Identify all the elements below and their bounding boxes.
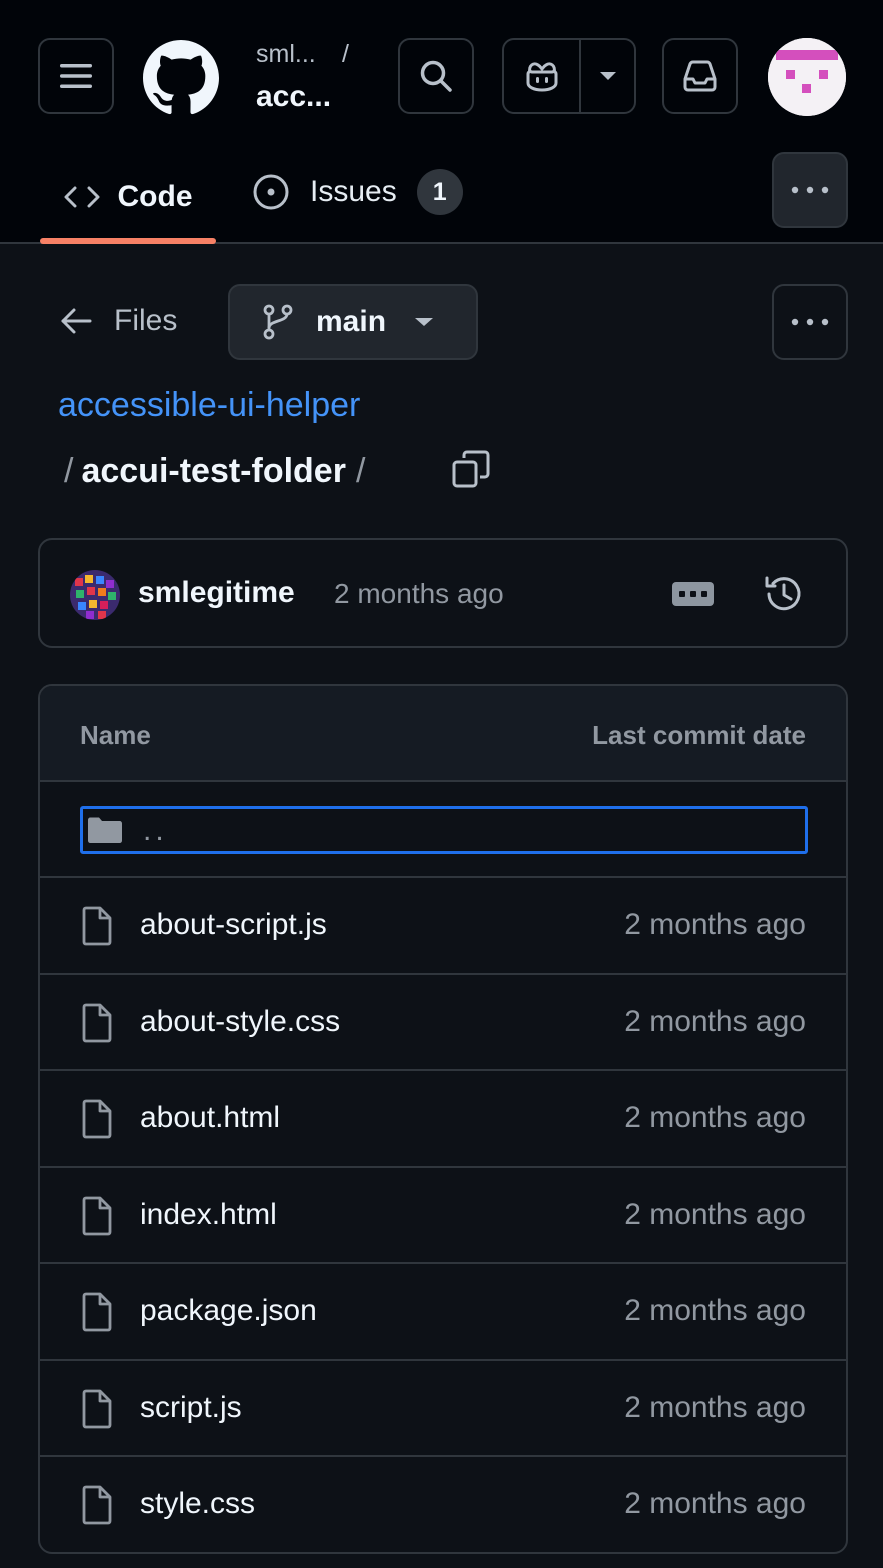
path-trailing-separator: /: [355, 451, 366, 490]
file-name-link[interactable]: about.html: [140, 1101, 280, 1135]
file-actions-more-button[interactable]: [772, 284, 848, 360]
column-header-name: Name: [80, 720, 151, 750]
triangle-down-icon: [415, 318, 434, 326]
file-row[interactable]: script.js 2 months ago: [40, 1361, 846, 1457]
file-row[interactable]: package.json 2 months ago: [40, 1264, 846, 1361]
git-branch-icon: [263, 304, 293, 340]
file-icon-wrapper: [80, 1196, 114, 1236]
file-icon-wrapper: [80, 1485, 114, 1525]
back-to-files-link[interactable]: Files: [60, 296, 177, 346]
latest-commit-box: smlegitime 2 months ago: [38, 538, 848, 648]
copilot-icon: [526, 62, 557, 92]
file-name-link[interactable]: index.html: [140, 1198, 277, 1232]
breadcrumb-owner-link[interactable]: sml...: [256, 40, 316, 69]
copilot-button[interactable]: [504, 40, 581, 112]
user-avatar-button[interactable]: [768, 38, 846, 116]
kebab-horizontal-icon: [791, 186, 829, 194]
file-last-commit-date: 2 months ago: [624, 1101, 806, 1134]
column-header-last-commit-date: Last commit date: [592, 720, 806, 750]
parent-directory-row[interactable]: ..: [40, 782, 846, 878]
file-icon: [82, 1099, 112, 1139]
table-header-row: Name Last commit date: [40, 686, 846, 782]
file-name-link[interactable]: script.js: [140, 1391, 242, 1425]
copilot-button-group: [502, 38, 636, 114]
tab-selected-indicator: [40, 238, 216, 244]
hamburger-icon: [60, 64, 92, 88]
code-icon: [64, 186, 99, 208]
ellipsis-dot: [679, 591, 685, 597]
file-row[interactable]: about-script.js 2 months ago: [40, 878, 846, 975]
kebab-horizontal-icon: [791, 318, 829, 326]
file-last-commit-date: 2 months ago: [624, 1197, 806, 1231]
file-last-commit-date: 2 months ago: [624, 1487, 806, 1520]
inbox-button[interactable]: [662, 38, 738, 114]
file-list-table: Name Last commit date .. about-script.js…: [38, 684, 848, 1554]
file-icon-wrapper: [80, 1003, 114, 1043]
file-row[interactable]: about.html 2 months ago: [40, 1071, 846, 1168]
tab-code-label: Code: [117, 180, 193, 213]
search-button[interactable]: [398, 38, 474, 114]
file-name-link[interactable]: style.css: [140, 1487, 255, 1521]
file-icon: [82, 1389, 112, 1428]
branch-name: main: [316, 305, 387, 338]
identicon-avatar: [768, 38, 846, 116]
commit-relative-time: 2 months ago: [334, 578, 504, 609]
file-icon-wrapper: [80, 906, 114, 946]
file-icon-wrapper: [80, 1389, 114, 1429]
arrow-left-icon: [61, 308, 92, 334]
file-name-link[interactable]: about-style.css: [140, 1005, 340, 1039]
issues-count-badge: 1: [416, 169, 463, 215]
path-separator: /: [64, 451, 74, 490]
app-header: sml... / acc... Code Issues 1: [0, 0, 883, 244]
files-label: Files: [114, 304, 178, 337]
copy-icon: [452, 450, 490, 488]
inbox-icon: [683, 60, 717, 92]
tab-issues-label: Issues: [310, 175, 397, 208]
file-name-link[interactable]: package.json: [140, 1294, 317, 1328]
file-icon: [82, 1292, 112, 1332]
file-row[interactable]: style.css 2 months ago: [40, 1457, 846, 1552]
tab-code[interactable]: Code: [40, 150, 216, 244]
tab-issues[interactable]: Issues 1: [252, 150, 463, 234]
file-icon: [82, 1003, 112, 1042]
file-row[interactable]: index.html 2 months ago: [40, 1168, 846, 1264]
ellipsis-dot: [701, 591, 707, 597]
search-icon: [420, 60, 452, 92]
file-icon: [82, 906, 112, 946]
breadcrumb-path: / accui-test-folder /: [64, 448, 365, 494]
parent-directory-label: ..: [143, 814, 168, 847]
commit-history-button[interactable]: [762, 572, 806, 616]
commit-message-expand-button[interactable]: [672, 582, 714, 606]
branch-selector-button[interactable]: main: [228, 284, 478, 360]
parent-directory-link[interactable]: ..: [80, 806, 808, 854]
menu-button[interactable]: [38, 38, 114, 114]
file-icon-wrapper: [80, 1099, 114, 1139]
copy-path-button[interactable]: [450, 448, 492, 490]
file-name-link[interactable]: about-script.js: [140, 908, 327, 942]
commit-author-avatar[interactable]: [70, 570, 120, 620]
file-row[interactable]: about-style.css 2 months ago: [40, 975, 846, 1071]
file-icon: [82, 1485, 112, 1525]
commit-author-link[interactable]: smlegitime: [138, 576, 295, 610]
github-logo-link[interactable]: [143, 40, 219, 116]
copilot-menu-button[interactable]: [581, 40, 634, 112]
issue-opened-icon: [253, 174, 289, 210]
github-mark-icon: [143, 40, 219, 115]
breadcrumb-separator: /: [342, 40, 349, 68]
history-icon: [765, 576, 801, 611]
file-last-commit-date: 2 months ago: [624, 1390, 806, 1424]
author-avatar-image: [70, 570, 120, 620]
file-directory-fill-icon: [88, 817, 122, 843]
file-last-commit-date: 2 months ago: [624, 1294, 806, 1327]
current-folder-name: accui-test-folder: [81, 451, 346, 490]
ellipsis-dot: [690, 591, 696, 597]
repo-nav-more-button[interactable]: [772, 152, 848, 228]
triangle-down-icon: [599, 72, 616, 80]
file-last-commit-date: 2 months ago: [624, 1004, 806, 1038]
repo-root-link[interactable]: accessible-ui-helper: [58, 386, 360, 425]
breadcrumb-repo-link[interactable]: acc...: [256, 80, 331, 114]
file-icon: [82, 1196, 112, 1235]
file-icon-wrapper: [80, 1292, 114, 1332]
file-last-commit-date: 2 months ago: [624, 908, 806, 941]
